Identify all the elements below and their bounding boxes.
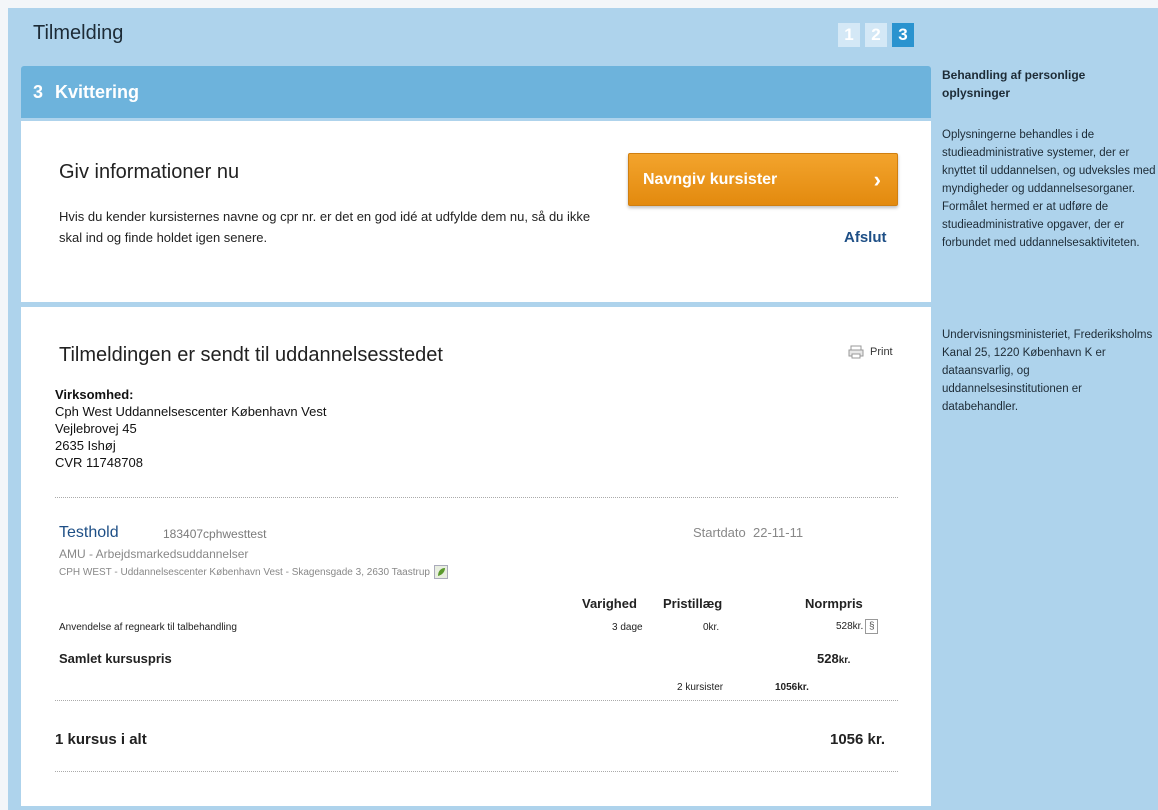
step-header-number: 3	[33, 81, 44, 102]
row-duration: 3 dage	[612, 622, 643, 633]
divider	[55, 497, 898, 498]
info-title: Giv informationer nu	[59, 161, 240, 183]
paragraph-icon[interactable]: §	[865, 619, 879, 634]
sidebar-title: Behandling af personlige oplysninger	[942, 68, 1086, 100]
chevron-right-icon: ›	[873, 166, 881, 192]
info-text: Hvis du kender kursisternes navne og cpr…	[59, 209, 591, 245]
receipt-panel: Tilmeldingen er sendt til uddannelsesste…	[21, 307, 931, 806]
course-category: AMU - Arbejdsmarkedsuddannelser	[59, 547, 249, 561]
row-price-value: 528kr.	[836, 621, 864, 632]
company-label: Virksomhed:	[55, 387, 134, 402]
total-price-value: 528kr.	[817, 651, 850, 666]
page-title: Tilmelding	[33, 22, 124, 44]
info-panel: Giv informationer nu Hvis du kender kurs…	[21, 121, 931, 302]
name-participants-label: Navngiv kursister	[643, 170, 778, 188]
step-indicator: 1 2 3	[838, 23, 914, 47]
step-header-title: Kvittering	[55, 81, 140, 102]
row-course-title: Anvendelse af regneark til talbehandling	[59, 622, 237, 633]
course-location-text: CPH WEST - Uddannelsescenter København V…	[59, 566, 430, 578]
finish-link[interactable]: Afslut	[844, 229, 887, 246]
total-price-label: Samlet kursuspris	[59, 651, 172, 666]
start-date-label: Startdato	[693, 525, 746, 540]
receipt-title: Tilmeldingen er sendt til uddannelsesste…	[59, 344, 443, 366]
participants-total: 1056kr.	[775, 682, 809, 693]
start-date: Startdato 22-11-11	[693, 525, 803, 540]
summary-value: 1056 kr.	[830, 731, 886, 748]
printer-icon	[848, 345, 864, 359]
step-3: 3	[892, 23, 914, 47]
print-label: Print	[870, 346, 893, 358]
start-date-value: 22-11-11	[753, 525, 804, 540]
step-header: 3 Kvittering	[21, 66, 931, 118]
company-street: Vejlebrovej 45	[55, 421, 137, 436]
col-surcharge-header: Pristillæg	[663, 596, 723, 611]
total-price-number: 528	[817, 651, 839, 666]
total-price-unit: kr.	[838, 655, 851, 666]
col-duration-header: Varighed	[582, 596, 637, 611]
participant-count: 2 kursister	[677, 682, 724, 693]
company-cvr: CVR 11748708	[55, 455, 143, 470]
col-price-header: Normpris	[805, 596, 863, 611]
sidebar-paragraph-2: Undervisningsministeriet, Frederiksholms…	[942, 329, 1153, 413]
company-block: Virksomhed: Cph West Uddannelsescenter K…	[55, 386, 326, 471]
row-surcharge: 0kr.	[703, 622, 720, 633]
course-name-link[interactable]: Testhold	[59, 524, 119, 542]
print-button[interactable]: Print	[848, 345, 893, 359]
course-code: 183407cphwesttest	[163, 527, 267, 541]
sidebar-paragraph-1: Oplysningerne behandles i de studieadmin…	[942, 129, 1156, 249]
step-2[interactable]: 2	[865, 23, 887, 47]
divider	[55, 771, 898, 772]
summary-label: 1 kursus i alt	[55, 731, 147, 748]
step-1[interactable]: 1	[838, 23, 860, 47]
green-leaf-icon[interactable]	[433, 565, 448, 579]
course-location: CPH WEST - Uddannelsescenter København V…	[59, 565, 448, 579]
divider	[55, 700, 898, 701]
row-price: 528kr. §	[836, 619, 879, 634]
name-participants-button[interactable]: Navngiv kursister ›	[628, 153, 898, 206]
company-city: 2635 Ishøj	[55, 438, 116, 453]
company-name: Cph West Uddannelsescenter København Ves…	[55, 404, 327, 419]
